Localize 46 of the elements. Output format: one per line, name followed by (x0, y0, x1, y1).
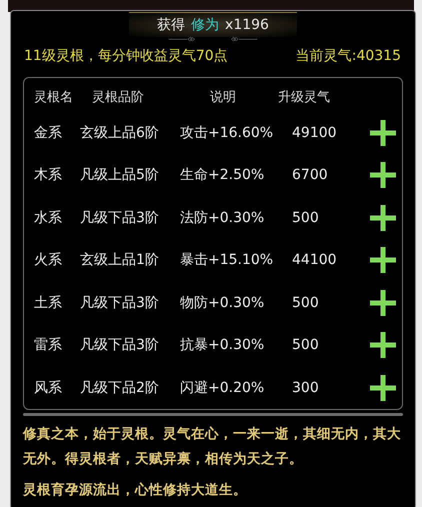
table-cell-text: 土系 (33, 294, 63, 312)
upgrade-button[interactable] (370, 374, 396, 401)
table-cell-text: 凡级下品3阶 (80, 208, 160, 227)
current-qi-text: 当前灵气:40315 (296, 47, 401, 66)
column-header: 升级灵气 (278, 89, 331, 106)
table-cell-text: 500 (292, 337, 320, 354)
upgrade-button[interactable] (370, 332, 396, 358)
table-cell-text: 6700 (292, 167, 329, 184)
column-header: 说明 (209, 89, 237, 106)
table-cell-text: 木系 (33, 166, 63, 184)
table-cell-text: 法防+0.30% (180, 208, 266, 227)
table-cell-text: 抗暴+0.30% (180, 336, 266, 354)
toast-item: 修为 (191, 16, 220, 34)
table-cell-text: 金系 (33, 124, 63, 142)
table-cell-text: 风系 (33, 378, 63, 397)
upgrade-button[interactable] (370, 120, 396, 146)
table-cell-text: 凡级下品3阶 (80, 294, 160, 312)
description-text: 修真之本，始于灵根。灵气在心，一来一逝，其细无内，其大无外。得灵根者，天赋异禀，相传为天之子。 (23, 425, 402, 469)
upgrade-button[interactable] (370, 204, 396, 231)
toast-label: 获得 (157, 16, 186, 34)
table-cell-text: 500 (292, 294, 320, 311)
column-header: 灵根名 (33, 89, 74, 106)
description-text: 灵根育孕源流出，心性修持大道生。 (23, 481, 248, 500)
table-cell-text: 暴击+15.10% (180, 251, 274, 270)
table-cell-text: 攻击+16.60% (180, 124, 274, 142)
table-cell-text: 44100 (292, 252, 338, 268)
table-cell-text: 500 (292, 210, 320, 226)
table-cell-text: 49100 (292, 124, 338, 141)
table-cell-text: 凡级下品3阶 (80, 336, 160, 354)
table-cell-text: 生命+2.50% (180, 166, 266, 184)
table-cell-text: 闪避+0.20% (180, 378, 266, 397)
table-cell-text: 雷系 (33, 336, 63, 354)
table-cell-text: 玄级上品6阶 (80, 124, 160, 142)
level-text: 11级灵根，每分钟收益灵气70点 (24, 47, 228, 66)
table-cell-text: 火系 (33, 251, 63, 270)
table-cell-text: 凡级下品2阶 (80, 378, 160, 397)
column-header: 灵根品阶 (91, 89, 145, 106)
upgrade-button[interactable] (370, 290, 396, 316)
toast-count: x1196 (225, 17, 269, 33)
upgrade-button[interactable] (370, 162, 396, 188)
table-cell-text: 300 (292, 380, 320, 396)
upgrade-button[interactable] (370, 247, 396, 274)
table-cell-text: 凡级上品5阶 (80, 166, 160, 184)
table-cell-text: 物防+0.30% (180, 294, 266, 312)
table-cell-text: 水系 (33, 208, 63, 227)
table-cell-text: 玄级上品1阶 (80, 251, 160, 270)
